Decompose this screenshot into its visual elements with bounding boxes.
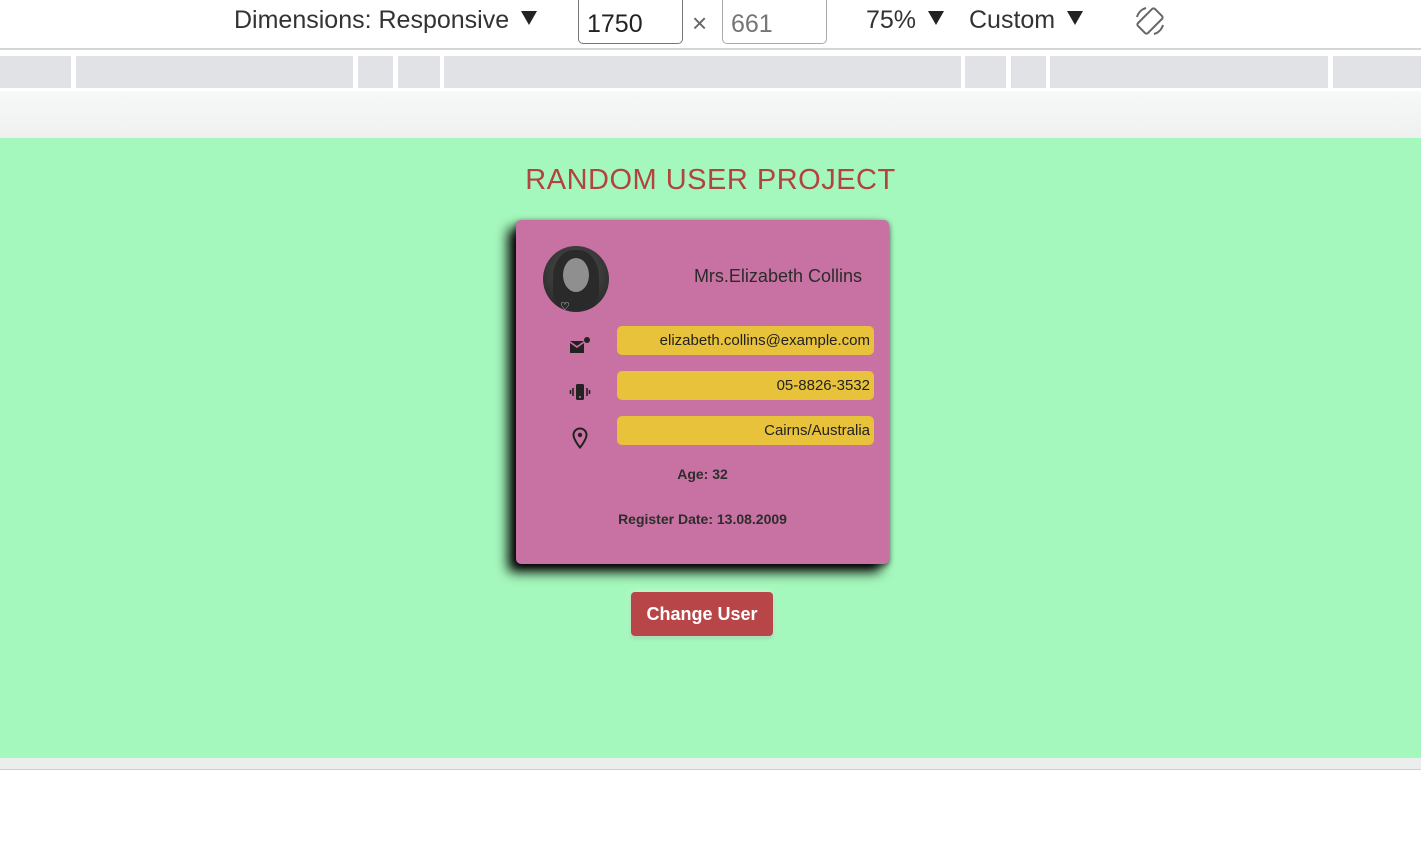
dimensions-label: Dimensions: Responsive bbox=[234, 6, 510, 34]
phone-field: 05-8826-3532 bbox=[617, 371, 874, 400]
media-query-segment[interactable] bbox=[358, 56, 393, 88]
chevron-down-icon bbox=[521, 11, 538, 25]
heart-icon: ♡ bbox=[560, 300, 570, 312]
media-query-segment[interactable] bbox=[76, 56, 353, 88]
device-toolbar: Dimensions: Responsive × 75% Custom bbox=[0, 0, 1421, 50]
width-input[interactable] bbox=[578, 0, 683, 44]
chevron-down-icon bbox=[1067, 11, 1084, 25]
user-name: Mrs.Elizabeth Collins bbox=[693, 266, 862, 286]
zoom-label: 75% bbox=[866, 6, 917, 34]
media-query-segment[interactable] bbox=[0, 56, 71, 88]
zoom-dropdown[interactable]: 75% bbox=[866, 6, 945, 35]
rotate-device-icon[interactable] bbox=[1134, 5, 1166, 37]
ruler bbox=[0, 91, 1421, 138]
media-query-segment[interactable] bbox=[965, 56, 1006, 88]
page-title: RANDOM USER PROJECT bbox=[525, 164, 896, 196]
throttle-dropdown[interactable]: Custom bbox=[969, 6, 1084, 35]
media-query-segment[interactable] bbox=[1050, 56, 1328, 88]
register-date: Register Date: 13.08.2009 bbox=[618, 511, 787, 527]
user-age: Age: 32 bbox=[677, 466, 728, 482]
location-field: Cairns/Australia bbox=[617, 416, 874, 445]
media-query-segment[interactable] bbox=[1333, 56, 1421, 88]
location-pin-icon bbox=[572, 427, 588, 450]
phone-vibrate-icon bbox=[569, 384, 591, 400]
viewport-bottom-edge bbox=[0, 758, 1421, 770]
throttle-label: Custom bbox=[969, 6, 1056, 34]
height-input[interactable] bbox=[722, 0, 827, 44]
media-query-segment[interactable] bbox=[1011, 56, 1046, 88]
email-icon bbox=[570, 337, 590, 353]
media-query-bar bbox=[0, 56, 1421, 88]
user-card: ♡ Mrs.Elizabeth Collins elizabeth.collin… bbox=[516, 220, 889, 564]
page-viewport: RANDOM USER PROJECT ♡ Mrs.Elizabeth Coll… bbox=[0, 138, 1421, 758]
chevron-down-icon bbox=[928, 11, 945, 25]
dimensions-dropdown[interactable]: Dimensions: Responsive bbox=[234, 6, 538, 35]
dimension-separator: × bbox=[692, 8, 708, 38]
email-field: elizabeth.collins@example.com bbox=[617, 326, 874, 355]
change-user-button[interactable]: Change User bbox=[631, 592, 773, 636]
media-query-segment[interactable] bbox=[398, 56, 440, 88]
media-query-segment[interactable] bbox=[444, 56, 961, 88]
avatar: ♡ bbox=[543, 246, 609, 312]
